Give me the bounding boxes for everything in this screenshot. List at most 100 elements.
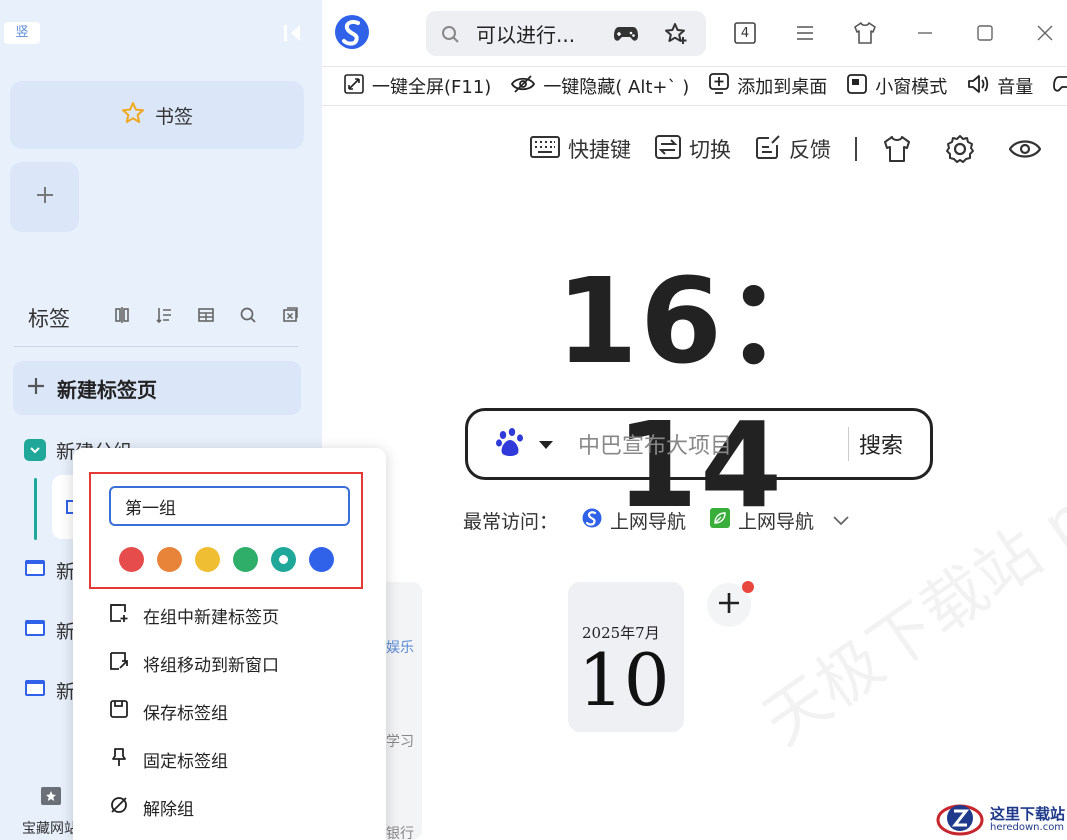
volume-button[interactable]: 音量 <box>967 73 1033 99</box>
feedback-button[interactable]: 反馈 <box>755 134 831 164</box>
search-input[interactable]: 中巴宣布大项目 <box>578 428 848 460</box>
hide-label: 一键隐藏( Alt+` ) <box>543 77 690 98</box>
tab-page-icon <box>24 678 46 703</box>
quick-actions: 快捷键 切换 反馈 <box>530 134 1041 164</box>
switch-label: 切换 <box>689 138 731 162</box>
color-swatch-yellow[interactable] <box>195 547 220 572</box>
vertical-tabs-logo[interactable]: 竖 <box>4 22 40 44</box>
group-context-menu: 在组中新建标签页 将组移动到新窗口 保存标签组 固定标签组 解除组 <box>73 448 386 840</box>
menu-item-move-group-to-new-window[interactable]: 将组移动到新窗口 <box>73 639 386 687</box>
shortcut-keys-button[interactable]: 快捷键 <box>530 134 631 164</box>
skin-shirt-icon[interactable] <box>883 136 911 162</box>
bookmark-button[interactable]: 书签 <box>10 81 304 149</box>
split-vertical-icon[interactable] <box>112 304 132 326</box>
mini-window-button[interactable]: 小窗模式 <box>847 73 947 99</box>
widget-category-text[interactable]: 娱乐 <box>386 637 414 657</box>
eye-icon[interactable] <box>1009 138 1041 160</box>
minimize-icon[interactable] <box>912 20 938 46</box>
baidu-paw-icon <box>494 426 526 462</box>
divider <box>848 427 849 461</box>
clock-display: 16：14 <box>555 252 845 534</box>
search-engine-selector[interactable] <box>494 426 554 462</box>
site-badge-url: heredown.com <box>990 822 1065 833</box>
z-logo-icon <box>936 798 984 840</box>
search-icon <box>436 20 464 48</box>
color-swatch-orange[interactable] <box>157 547 182 572</box>
close-icon[interactable] <box>1032 20 1058 46</box>
widget-category-text[interactable]: 学习 <box>386 731 414 751</box>
add-desktop-icon <box>709 72 730 100</box>
color-swatch-red[interactable] <box>119 547 144 572</box>
volume-label: 音量 <box>997 77 1034 98</box>
new-tab-label: 新建标签页 <box>57 377 157 402</box>
dropdown-caret-icon <box>538 435 554 454</box>
close-all-icon[interactable] <box>280 304 300 326</box>
new-tab-button[interactable]: 新建标签页 <box>13 361 301 415</box>
switch-button[interactable]: 切换 <box>655 134 731 164</box>
color-swatch-teal-selected[interactable] <box>271 547 296 572</box>
search-button[interactable]: 搜索 <box>859 428 903 460</box>
footer-label: 宝藏网站 <box>22 821 78 837</box>
calendar-widget[interactable]: 2025年7月 10 <box>568 582 684 732</box>
color-swatch-green[interactable] <box>233 547 258 572</box>
address-text: 可以进行... <box>476 23 576 47</box>
plus-icon <box>717 591 741 619</box>
gamepad-icon[interactable] <box>612 20 640 48</box>
switch-icon <box>655 134 681 164</box>
sogou-browser-logo-icon[interactable] <box>334 14 370 50</box>
pin-icon <box>109 747 129 772</box>
maximize-icon[interactable] <box>972 20 998 46</box>
fullscreen-label: 一键全屏(F11) <box>372 77 492 98</box>
menu-item-label: 解除组 <box>143 799 194 820</box>
chevron-down-icon[interactable] <box>832 510 850 532</box>
frequent-label: 最常访问： <box>463 511 559 533</box>
search-box[interactable]: 中巴宣布大项目 搜索 <box>465 408 933 480</box>
eye-off-icon <box>511 74 536 99</box>
plus-icon <box>35 185 55 209</box>
move-window-icon <box>109 651 129 676</box>
menu-item-new-tab-in-group[interactable]: 在组中新建标签页 <box>73 591 386 639</box>
menu-item-save-tab-group[interactable]: 保存标签组 <box>73 687 386 735</box>
color-swatch-blue[interactable] <box>309 547 334 572</box>
star-folder-icon <box>40 786 62 806</box>
group-color-picker <box>119 547 334 572</box>
site-badge: 这里下载站 heredown.com <box>936 800 1067 840</box>
new-tab-page: 天极下载站 mydown.yesky.com 快捷键 切换 反馈 16：14 中… <box>322 107 1067 840</box>
expand-icon <box>344 73 364 99</box>
fullscreen-button[interactable]: 一键全屏(F11) <box>344 73 491 99</box>
widget-category-text[interactable]: 银行 <box>386 823 414 840</box>
frequent-site-link[interactable]: 上网导航 <box>582 507 686 534</box>
menu-item-pin-tab-group[interactable]: 固定标签组 <box>73 735 386 783</box>
star-add-icon[interactable] <box>662 20 690 48</box>
collapse-sidebar-icon[interactable] <box>282 22 304 44</box>
search-icon[interactable] <box>238 304 258 326</box>
divider <box>14 346 298 347</box>
group-collapse-icon[interactable] <box>24 439 46 461</box>
list-tree-icon[interactable] <box>154 304 174 326</box>
table-icon[interactable] <box>196 304 216 326</box>
game-button[interactable] <box>1053 74 1067 99</box>
menu-icon[interactable] <box>792 20 818 46</box>
shortcut-keys-label: 快捷键 <box>568 138 631 162</box>
skin-shirt-icon[interactable] <box>852 20 878 46</box>
menu-item-label: 将组移动到新窗口 <box>143 655 279 676</box>
feedback-label: 反馈 <box>789 138 831 162</box>
add-bookmark-button[interactable] <box>10 162 79 232</box>
address-bar[interactable]: 可以进行... <box>426 11 706 56</box>
add-to-desktop-button[interactable]: 添加到桌面 <box>709 72 827 100</box>
gamepad-icon <box>1053 74 1067 99</box>
menu-item-label: 在组中新建标签页 <box>143 607 279 628</box>
tabs-section-title: 标签 <box>28 307 70 331</box>
group-name-input[interactable] <box>109 486 350 526</box>
group-indicator-line <box>34 478 37 540</box>
save-icon <box>109 699 129 724</box>
frequent-site-link[interactable]: 上网导航 <box>710 507 814 534</box>
speaker-icon <box>967 74 989 99</box>
hide-button[interactable]: 一键隐藏( Alt+` ) <box>511 73 689 99</box>
feedback-icon <box>755 134 781 164</box>
plus-icon <box>27 376 45 400</box>
tab-count-icon[interactable]: 4 <box>732 20 758 46</box>
settings-gear-icon[interactable] <box>945 134 975 164</box>
menu-item-ungroup[interactable]: 解除组 <box>73 783 386 831</box>
leaf-nav-icon <box>710 508 731 533</box>
